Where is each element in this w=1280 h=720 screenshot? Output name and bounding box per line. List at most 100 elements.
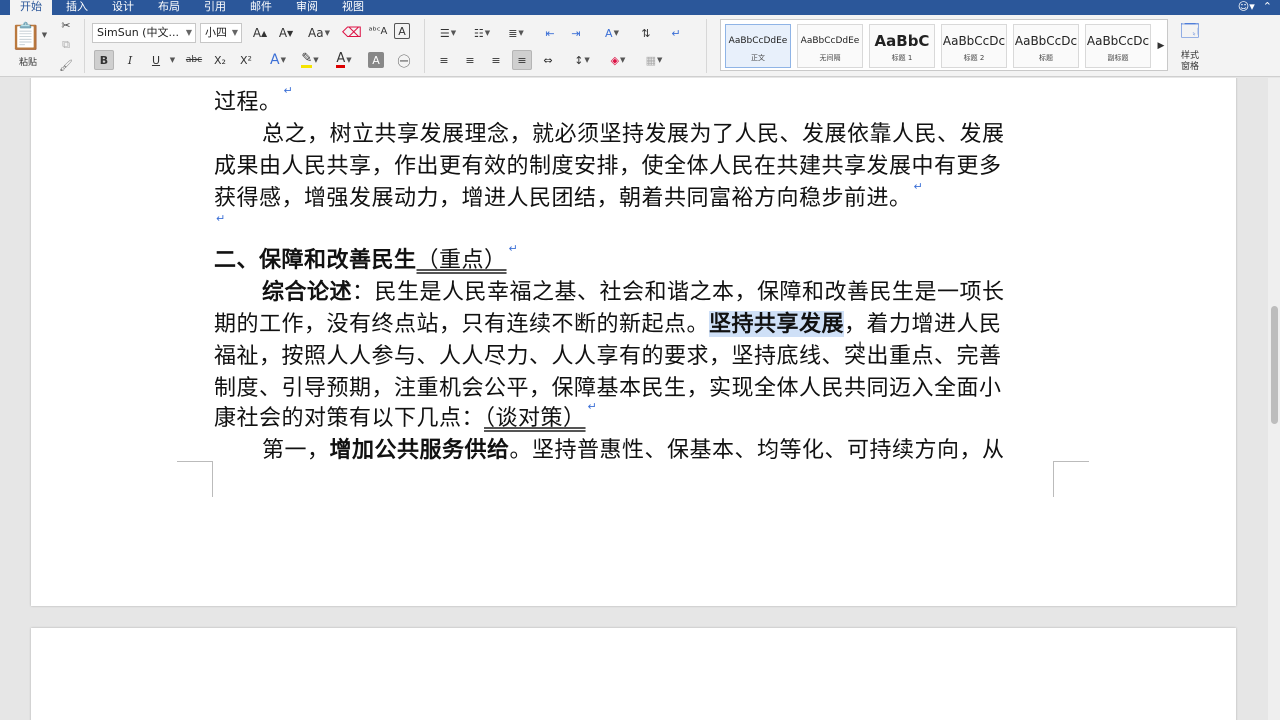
font-size-select[interactable]: 小四 ▼ <box>200 23 242 43</box>
copy-icon[interactable]: ⧉ <box>56 37 76 53</box>
chevron-down-icon: ▼ <box>231 28 238 37</box>
expand-ribbon-icon[interactable]: ⌃ <box>1263 0 1272 15</box>
line-spacing-icon[interactable]: ↕ ▼ <box>568 50 596 70</box>
text-line[interactable]: 综合论述：民生是人民幸福之基、社会和谐之本，保障和改善民生是一项长 <box>214 274 1005 306</box>
grow-font-icon[interactable]: A ▲ <box>248 23 272 43</box>
tab-insert[interactable]: 插入 <box>56 0 98 15</box>
show-paragraph-marks-icon[interactable]: ↵ <box>666 23 686 43</box>
paste-icon[interactable]: 📋 <box>8 19 44 55</box>
enclose-characters-icon[interactable]: ㊀ <box>394 50 414 70</box>
style-subtitle[interactable]: AaBbCcDc 副标题 <box>1085 24 1151 68</box>
underline-button[interactable]: U <box>146 50 166 70</box>
style-name: 标题 1 <box>891 54 913 62</box>
crop-mark <box>212 461 213 497</box>
vertical-scrollbar[interactable] <box>1268 78 1280 720</box>
format-painter-icon[interactable]: 🖌 <box>56 57 76 73</box>
text-line[interactable]: 成果由人民共享，作出更有效的制度安排，使全体人民在共建共享发展中有更多 <box>214 148 1002 180</box>
align-right-icon[interactable]: ≡ <box>486 50 506 70</box>
style-no-spacing[interactable]: AaBbCcDdEe 无间隔 <box>797 24 863 68</box>
sort-icon[interactable]: ⇅ <box>636 23 656 43</box>
bold-button[interactable]: B <box>94 50 114 70</box>
style-heading-1[interactable]: AaBbC 标题 1 <box>869 24 935 68</box>
empty-line[interactable]: ↵ <box>214 212 226 237</box>
strikethrough-button[interactable]: abc <box>182 50 206 70</box>
font-name-value: SimSun (中文... <box>97 26 179 39</box>
paragraph-mark-icon: ↵ <box>587 400 598 413</box>
text-line[interactable]: 制度、引导预期，注重机会公平，保障基本民生，实现全体人民共同迈入全面小 <box>214 370 1002 402</box>
styles-more-icon[interactable]: ▶ <box>1155 36 1167 56</box>
align-center-icon[interactable]: ≡ <box>460 50 480 70</box>
subscript-button[interactable]: X₂ <box>210 50 230 70</box>
styles-pane-icon[interactable]: 🗔 <box>1176 21 1204 47</box>
text-line[interactable]: 期的工作，没有终点站，只有连续不断的新起点。坚持共享发展，着力增进人民 <box>214 306 1002 338</box>
distributed-icon[interactable]: ⇔ <box>538 50 558 70</box>
text-effects-icon[interactable]: A ▼ <box>264 50 292 70</box>
align-left-icon[interactable]: ≡ <box>434 50 454 70</box>
tab-design[interactable]: 设计 <box>102 0 144 15</box>
divider <box>706 19 707 73</box>
smiley-feedback-icon[interactable]: ☺▾ <box>1238 0 1255 15</box>
heading-line[interactable]: 二、保障和改善民生（重点） ↵ <box>214 242 518 274</box>
style-heading-2[interactable]: AaBbCcDc 标题 2 <box>941 24 1007 68</box>
bold-lead: 综合论述 <box>262 279 353 305</box>
document-canvas[interactable]: 过程。 ↵ 总之，树立共享发展理念，就必须坚持发展为了人民、发展依靠人民、发展 成… <box>0 78 1268 720</box>
font-color-icon[interactable]: A ▼ <box>330 50 358 70</box>
scrollbar-thumb[interactable] <box>1271 306 1278 424</box>
style-title[interactable]: AaBbCcDc 标题 <box>1013 24 1079 68</box>
font-name-select[interactable]: SimSun (中文... ▼ <box>92 23 196 43</box>
italic-button[interactable]: I <box>120 50 140 70</box>
text-line[interactable]: 康社会的对策有以下几点：（谈对策） ↵ <box>214 400 597 432</box>
text-cursor-icon: I <box>858 340 863 356</box>
line-text: 总之，树立共享发展理念，就必须坚持发展为了人民、发展依靠人民、发展 <box>262 122 1005 147</box>
divider <box>84 19 85 73</box>
ribbon-tab-bar: 开始 插入 设计 布局 引用 邮件 审阅 视图 ☺▾ ⌃ <box>0 0 1280 15</box>
cut-icon[interactable]: ✂ <box>56 17 76 33</box>
paste-dropdown-icon[interactable]: ▼ <box>40 29 48 41</box>
increase-indent-icon[interactable]: ⇥ <box>566 23 586 43</box>
text-direction-icon[interactable]: A ▼ <box>598 23 626 43</box>
decrease-indent-icon[interactable]: ⇤ <box>540 23 560 43</box>
phonetic-guide-icon[interactable]: ᵃᵇᶜA <box>368 21 388 41</box>
shrink-font-icon[interactable]: A ▼ <box>274 23 298 43</box>
text-line[interactable]: 福祉，按照人人参与、人人尽力、人人享有的要求，坚持底线、突出重点、完善 <box>214 338 1002 370</box>
highlight-color-icon[interactable]: ✎ ▼ <box>296 50 324 70</box>
superscript-button[interactable]: X² <box>236 50 256 70</box>
line-text: 第一， <box>262 438 330 463</box>
style-preview: AaBbCcDc <box>1086 34 1150 48</box>
tab-review[interactable]: 审阅 <box>286 0 328 15</box>
shading-icon[interactable]: ◈ ▼ <box>604 50 632 70</box>
clear-formatting-icon[interactable]: ⌫ <box>342 23 362 43</box>
line-text: ：民生是人民幸福之基、社会和谐之本，保障和改善民生是一项长 <box>352 280 1005 305</box>
tab-references[interactable]: 引用 <box>194 0 236 15</box>
style-preview: AaBbCcDdEe <box>800 36 860 46</box>
multilevel-list-icon[interactable]: ≣ ▼ <box>502 23 530 43</box>
line-text: 。坚持普惠性、保基本、均等化、可持续方向，从 <box>509 438 1005 463</box>
crop-mark <box>177 461 213 462</box>
character-border-icon[interactable]: A <box>394 23 410 39</box>
numbering-icon[interactable]: ☷ ▼ <box>468 23 496 43</box>
tab-view[interactable]: 视图 <box>332 0 374 15</box>
styles-pane-label[interactable]: 窗格 <box>1172 60 1208 72</box>
character-shading-icon[interactable]: A <box>368 52 384 68</box>
underline-dropdown-icon[interactable]: ▼ <box>168 50 176 70</box>
divider <box>424 19 425 73</box>
tab-layout[interactable]: 布局 <box>148 0 190 15</box>
styles-pane-label[interactable]: 样式 <box>1172 49 1208 61</box>
bullets-icon[interactable]: ☰ ▼ <box>434 23 462 43</box>
text-line[interactable]: 总之，树立共享发展理念，就必须坚持发展为了人民、发展依靠人民、发展 <box>214 116 1005 148</box>
text-line[interactable]: 过程。 ↵ <box>214 84 293 116</box>
line-text: ，着力增进人民 <box>844 312 1002 337</box>
style-normal[interactable]: AaBbCcDdEe 正文 <box>725 24 791 68</box>
tab-home[interactable]: 开始 <box>10 0 52 15</box>
text-line[interactable]: 获得感，增强发展动力，增进人民团结，朝着共同富裕方向稳步前进。 ↵ <box>214 180 923 212</box>
text-line[interactable]: 第一，增加公共服务供给。坚持普惠性、保基本、均等化、可持续方向，从 <box>214 432 1005 464</box>
change-case-icon[interactable]: Aa ▼ <box>304 23 334 43</box>
paste-label: 粘贴 <box>18 57 37 68</box>
line-text: 制度、引导预期，注重机会公平，保障基本民生，实现全体人民共同迈入全面小 <box>214 376 1002 401</box>
tab-mailings[interactable]: 邮件 <box>240 0 282 15</box>
borders-icon[interactable]: ▦ ▼ <box>640 50 668 70</box>
crop-mark <box>1053 461 1054 497</box>
justify-icon[interactable]: ≡ <box>512 50 532 70</box>
page-2[interactable] <box>31 628 1236 720</box>
paragraph-mark-icon: ↵ <box>283 84 294 97</box>
